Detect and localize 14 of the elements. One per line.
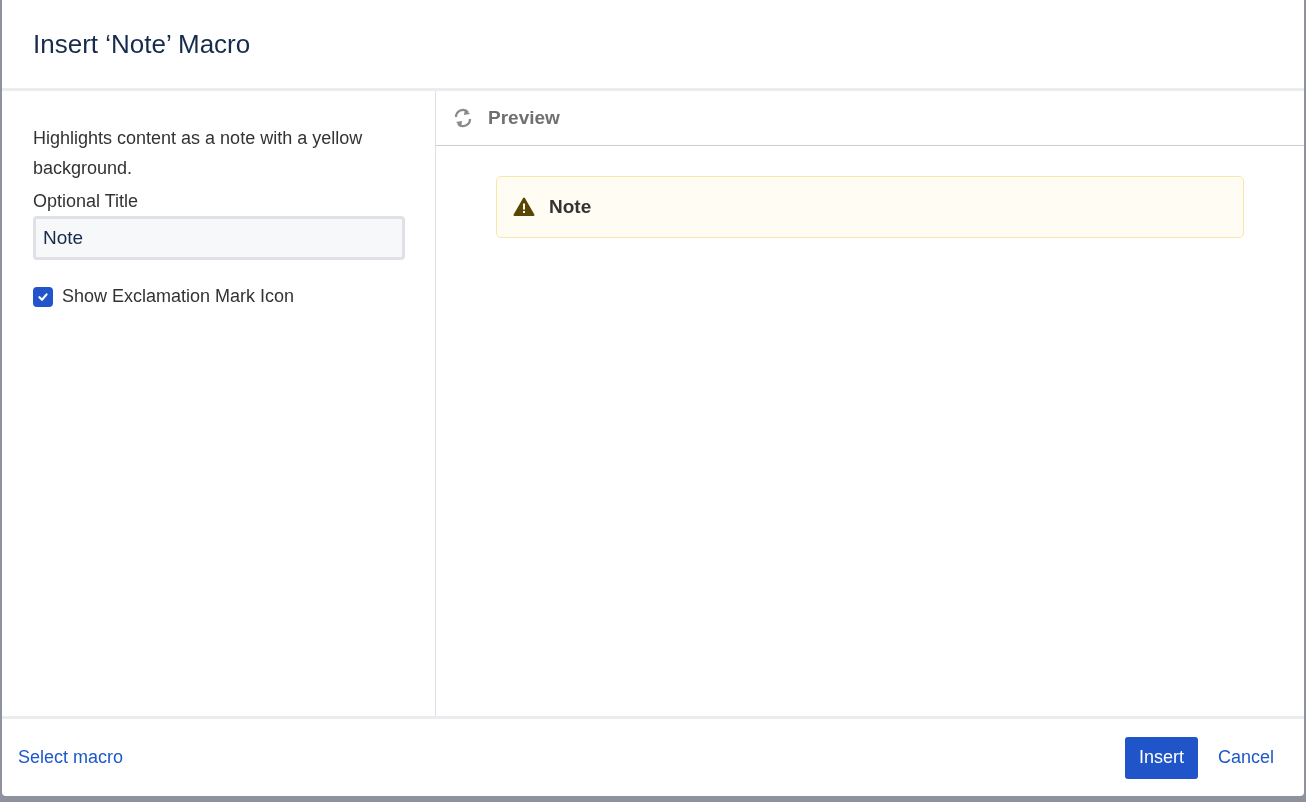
cancel-button[interactable]: Cancel — [1203, 736, 1288, 779]
title-input-field[interactable]: Note — [33, 216, 405, 260]
refresh-icon[interactable] — [452, 107, 474, 129]
insert-button[interactable]: Insert — [1124, 736, 1198, 779]
dialog-title: Insert ‘Note’ Macro — [33, 28, 251, 60]
checkbox-label: Show Exclamation Mark Icon — [62, 286, 295, 307]
note-title: Note — [549, 196, 592, 218]
checkbox[interactable] — [33, 286, 53, 307]
preview-heading: Preview — [488, 107, 560, 129]
warning-icon — [513, 197, 535, 217]
macro-description: Highlights content as a note with a yellow background. — [33, 127, 364, 180]
checkmark-icon — [37, 290, 49, 303]
select-macro-link[interactable]: Select macro — [18, 747, 124, 768]
field-label: Optional Title — [33, 191, 140, 212]
